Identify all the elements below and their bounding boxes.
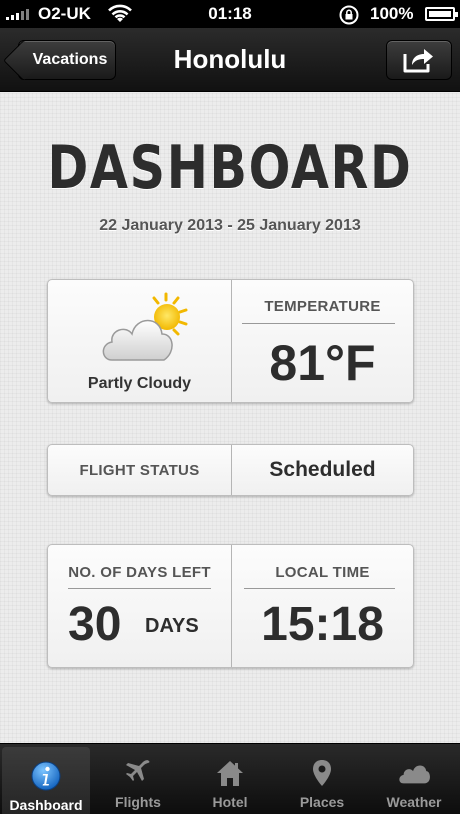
days-left-value: 30: [68, 598, 122, 651]
temperature-cell: TEMPERATURE 81°F: [232, 280, 413, 402]
tab-label: Hotel: [212, 794, 248, 810]
days-left-cell: NO. OF DAYS LEFT 30 DAYS: [48, 545, 231, 667]
page-title: DASHBOARD: [47, 133, 413, 203]
cloud-icon: [399, 765, 430, 784]
back-button-label: Vacations: [32, 51, 108, 68]
tab-weather[interactable]: Weather: [368, 744, 460, 814]
days-left-unit: DAYS: [145, 615, 199, 637]
share-button[interactable]: [386, 40, 452, 80]
tab-hotel[interactable]: Hotel: [184, 744, 276, 814]
date-range: 22 January 2013 - 25 January 2013: [99, 217, 361, 234]
divider-rule: [242, 323, 396, 324]
status-bar: O2-UK 01:18 100%: [0, 0, 460, 28]
divider-rule: [244, 588, 396, 589]
tab-label: Flights: [115, 794, 161, 810]
house-icon: [217, 761, 243, 786]
days-left-label: NO. OF DAYS LEFT: [68, 564, 211, 581]
dashboard-content: DASHBOARD 22 January 2013 - 25 January 2…: [0, 93, 460, 743]
weather-condition: Partly Cloudy: [87, 375, 192, 392]
local-time-cell: LOCAL TIME 15:18: [232, 545, 413, 667]
temperature-value: 81°F: [269, 335, 376, 391]
tab-label: Weather: [386, 794, 442, 810]
weather-card: Partly Cloudy TEMPERATURE 81°F: [47, 279, 414, 403]
flight-status-value: Scheduled: [269, 458, 376, 481]
tab-bar: Dashboard Flights Hotel Places Weather: [0, 743, 460, 814]
map-pin-icon: [313, 760, 331, 786]
local-time-label: LOCAL TIME: [275, 564, 370, 581]
local-time-value: 15:18: [261, 598, 384, 651]
temperature-label: TEMPERATURE: [264, 298, 381, 315]
days-time-card: NO. OF DAYS LEFT 30 DAYS LOCAL TIME 15:1…: [47, 544, 414, 668]
divider-rule: [68, 588, 211, 589]
airplane-icon: [126, 760, 150, 781]
partly-cloudy-icon: [102, 292, 188, 361]
tab-dashboard[interactable]: Dashboard: [2, 747, 90, 814]
tab-places[interactable]: Places: [276, 744, 368, 814]
flight-status-label-cell: FLIGHT STATUS: [48, 445, 231, 495]
weather-condition-cell: Partly Cloudy: [48, 280, 231, 402]
share-icon: [403, 49, 433, 73]
rotation-lock-icon: [339, 5, 359, 25]
flight-status-card: FLIGHT STATUS Scheduled: [47, 444, 414, 496]
battery-percentage: 100%: [370, 4, 414, 23]
navigation-bar: Vacations Honolulu: [0, 28, 460, 92]
tab-label: Places: [299, 794, 345, 810]
tab-flights[interactable]: Flights: [92, 744, 184, 814]
battery-icon: [425, 7, 458, 21]
tab-label: Dashboard: [9, 797, 83, 813]
flight-status-label: FLIGHT STATUS: [79, 461, 200, 479]
info-icon: [31, 761, 61, 791]
